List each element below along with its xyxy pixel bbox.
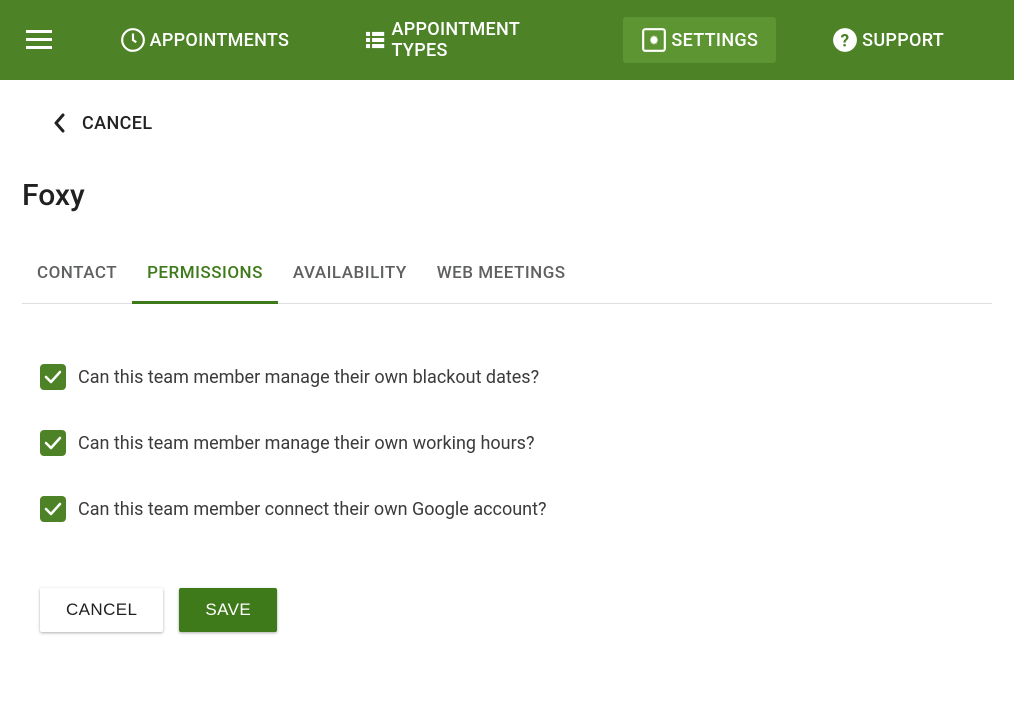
page-title: Foxy	[22, 178, 992, 213]
permission-working-hours: Can this team member manage their own wo…	[40, 430, 974, 456]
topbar: APPOINTMENTS APPOINTMENT TYPES SETTINGS …	[0, 0, 1014, 80]
hamburger-icon	[26, 30, 52, 50]
nav-settings-label: SETTINGS	[671, 30, 758, 51]
chevron-left-icon	[53, 113, 65, 133]
nav-appointments[interactable]: APPOINTMENTS	[102, 17, 308, 63]
back-label[interactable]: CANCEL	[82, 113, 153, 134]
check-icon	[44, 502, 62, 516]
tabs: CONTACT PERMISSIONS AVAILABILITY WEB MEE…	[22, 249, 992, 304]
nav-appointment-types-label: APPOINTMENT TYPES	[392, 19, 568, 61]
tab-contact[interactable]: CONTACT	[22, 249, 132, 304]
content: CANCEL Foxy CONTACT PERMISSIONS AVAILABI…	[0, 80, 1014, 632]
back-button[interactable]	[48, 112, 70, 134]
check-icon	[44, 370, 62, 384]
nav-settings[interactable]: SETTINGS	[623, 17, 776, 63]
nav-appointment-types[interactable]: APPOINTMENT TYPES	[345, 9, 585, 71]
nav-support-label: SUPPORT	[862, 30, 944, 51]
svg-text:?: ?	[841, 32, 850, 52]
cancel-button[interactable]: CANCEL	[40, 588, 163, 632]
nav-support[interactable]: ? SUPPORT	[814, 17, 962, 63]
permission-google: Can this team member connect their own G…	[40, 496, 974, 522]
nav-appointments-label: APPOINTMENTS	[150, 30, 290, 51]
checkbox-blackout[interactable]	[40, 364, 66, 390]
hamburger-menu[interactable]	[22, 22, 56, 58]
permission-blackout-label: Can this team member manage their own bl…	[78, 367, 539, 388]
list-icon	[363, 27, 387, 53]
actions: CANCEL SAVE	[40, 588, 992, 632]
permission-google-label: Can this team member connect their own G…	[78, 499, 546, 520]
tab-permissions[interactable]: PERMISSIONS	[132, 249, 278, 304]
settings-icon	[641, 27, 667, 53]
checkbox-working-hours[interactable]	[40, 430, 66, 456]
back-row: CANCEL	[48, 112, 992, 134]
check-icon	[44, 436, 62, 450]
checkbox-google[interactable]	[40, 496, 66, 522]
permission-blackout: Can this team member manage their own bl…	[40, 364, 974, 390]
tab-web-meetings[interactable]: WEB MEETINGS	[422, 249, 581, 304]
permissions-panel: Can this team member manage their own bl…	[22, 304, 992, 522]
help-icon: ?	[832, 27, 858, 53]
save-button[interactable]: SAVE	[179, 588, 277, 632]
clock-icon	[120, 27, 146, 53]
tab-availability[interactable]: AVAILABILITY	[278, 249, 422, 304]
permission-working-hours-label: Can this team member manage their own wo…	[78, 433, 534, 454]
